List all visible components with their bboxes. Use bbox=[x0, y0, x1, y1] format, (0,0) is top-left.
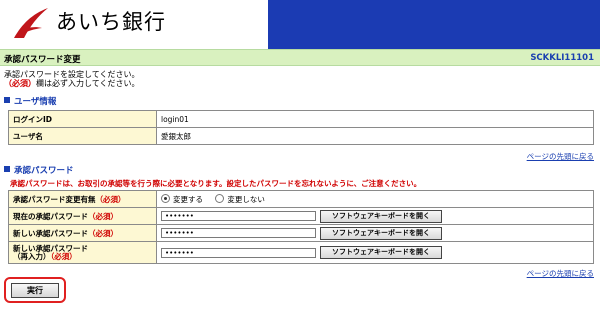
table-row: 新しい承認パスワード（必須） ••••••• ソフトウェアキーボードを開く bbox=[8, 224, 594, 242]
table-row: ログインID login01 bbox=[8, 110, 594, 128]
confirm-password-cell: ••••••• ソフトウェアキーボードを開く bbox=[156, 241, 594, 264]
current-password-cell: ••••••• ソフトウェアキーボードを開く bbox=[156, 207, 594, 225]
confirm-password-label: 新しい承認パスワード （再入力）（必須） bbox=[8, 241, 157, 264]
user-name-value: 愛銀太郎 bbox=[156, 127, 594, 145]
page-header: あいち銀行 bbox=[0, 0, 600, 49]
change-flag-label-text: 承認パスワード変更有無 bbox=[13, 194, 96, 204]
execute-highlight: 実行 bbox=[4, 277, 66, 303]
new-password-keyboard-button[interactable]: ソフトウェアキーボードを開く bbox=[320, 226, 442, 240]
user-info-table: ログインID login01 ユーザ名 愛銀太郎 bbox=[8, 110, 594, 145]
notice-line2-text: 欄は必ず入力してください。 bbox=[36, 79, 140, 88]
execute-button[interactable]: 実行 bbox=[11, 283, 59, 298]
radio-change-no-label[interactable]: 変更しない bbox=[227, 195, 265, 204]
header-band bbox=[268, 0, 600, 49]
required-mark: （必須） bbox=[50, 251, 77, 261]
change-flag-options: 変更する 変更しない bbox=[156, 190, 594, 208]
radio-change-no[interactable] bbox=[215, 193, 225, 203]
current-password-keyboard-button[interactable]: ソフトウェアキーボードを開く bbox=[320, 209, 442, 223]
required-mark: （必須） bbox=[4, 79, 36, 88]
page-title: 承認パスワード変更 bbox=[4, 55, 81, 65]
back-to-top-link[interactable]: ページの先頭に戻る bbox=[527, 151, 594, 162]
section-bullet-icon bbox=[4, 166, 10, 172]
user-section-title: ユーザ情報 bbox=[4, 95, 56, 107]
password-section-title-text: 承認パスワード bbox=[14, 166, 74, 176]
table-row: 現在の承認パスワード（必須） ••••••• ソフトウェアキーボードを開く bbox=[8, 207, 594, 225]
required-mark: （必須） bbox=[88, 211, 118, 221]
bank-logo-icon bbox=[14, 8, 48, 38]
table-row: 承認パスワード変更有無（必須） 変更する 変更しない bbox=[8, 190, 594, 208]
notice-line2: （必須）欄は必ず入力してください。 bbox=[4, 79, 140, 89]
required-mark: （必須） bbox=[95, 194, 126, 204]
password-warning: 承認パスワードは、お取引の承認等を行う際に必要となります。設定したパスワードを忘… bbox=[10, 179, 422, 188]
change-flag-label: 承認パスワード変更有無（必須） bbox=[8, 190, 157, 208]
password-section-title: 承認パスワード bbox=[4, 164, 74, 176]
confirm-password-label-line2: （再入力） bbox=[13, 251, 51, 261]
password-table: 承認パスワード変更有無（必須） 変更する 変更しない 現在の承認パスワード（必須… bbox=[8, 190, 594, 264]
user-section-title-text: ユーザ情報 bbox=[14, 97, 57, 107]
back-to-top-link[interactable]: ページの先頭に戻る bbox=[527, 268, 594, 279]
new-password-label-text: 新しい承認パスワード bbox=[13, 228, 88, 238]
required-mark: （必須） bbox=[88, 228, 118, 238]
section-bullet-icon bbox=[4, 97, 10, 103]
confirm-password-input[interactable]: ••••••• bbox=[161, 247, 316, 258]
login-id-label: ログインID bbox=[8, 110, 157, 128]
current-password-label: 現在の承認パスワード（必須） bbox=[8, 207, 157, 225]
new-password-cell: ••••••• ソフトウェアキーボードを開く bbox=[156, 224, 594, 242]
user-name-label: ユーザ名 bbox=[8, 127, 157, 145]
new-password-input[interactable]: ••••••• bbox=[161, 228, 316, 238]
current-password-label-text: 現在の承認パスワード bbox=[13, 211, 88, 221]
confirm-password-keyboard-button[interactable]: ソフトウェアキーボードを開く bbox=[320, 246, 442, 259]
current-password-input[interactable]: ••••••• bbox=[161, 211, 316, 221]
radio-change-yes-label[interactable]: 変更する bbox=[173, 195, 203, 204]
table-row: 新しい承認パスワード （再入力）（必須） ••••••• ソフトウェアキーボードを開… bbox=[8, 241, 594, 264]
bank-name: あいち銀行 bbox=[56, 10, 166, 34]
radio-change-yes[interactable] bbox=[161, 193, 170, 203]
screen-code: SCKKLI11101 bbox=[530, 53, 594, 63]
login-id-value: login01 bbox=[156, 110, 594, 128]
table-row: ユーザ名 愛銀太郎 bbox=[8, 127, 594, 145]
title-bar: 承認パスワード変更 SCKKLI11101 bbox=[0, 49, 600, 66]
new-password-label: 新しい承認パスワード（必須） bbox=[8, 224, 157, 242]
